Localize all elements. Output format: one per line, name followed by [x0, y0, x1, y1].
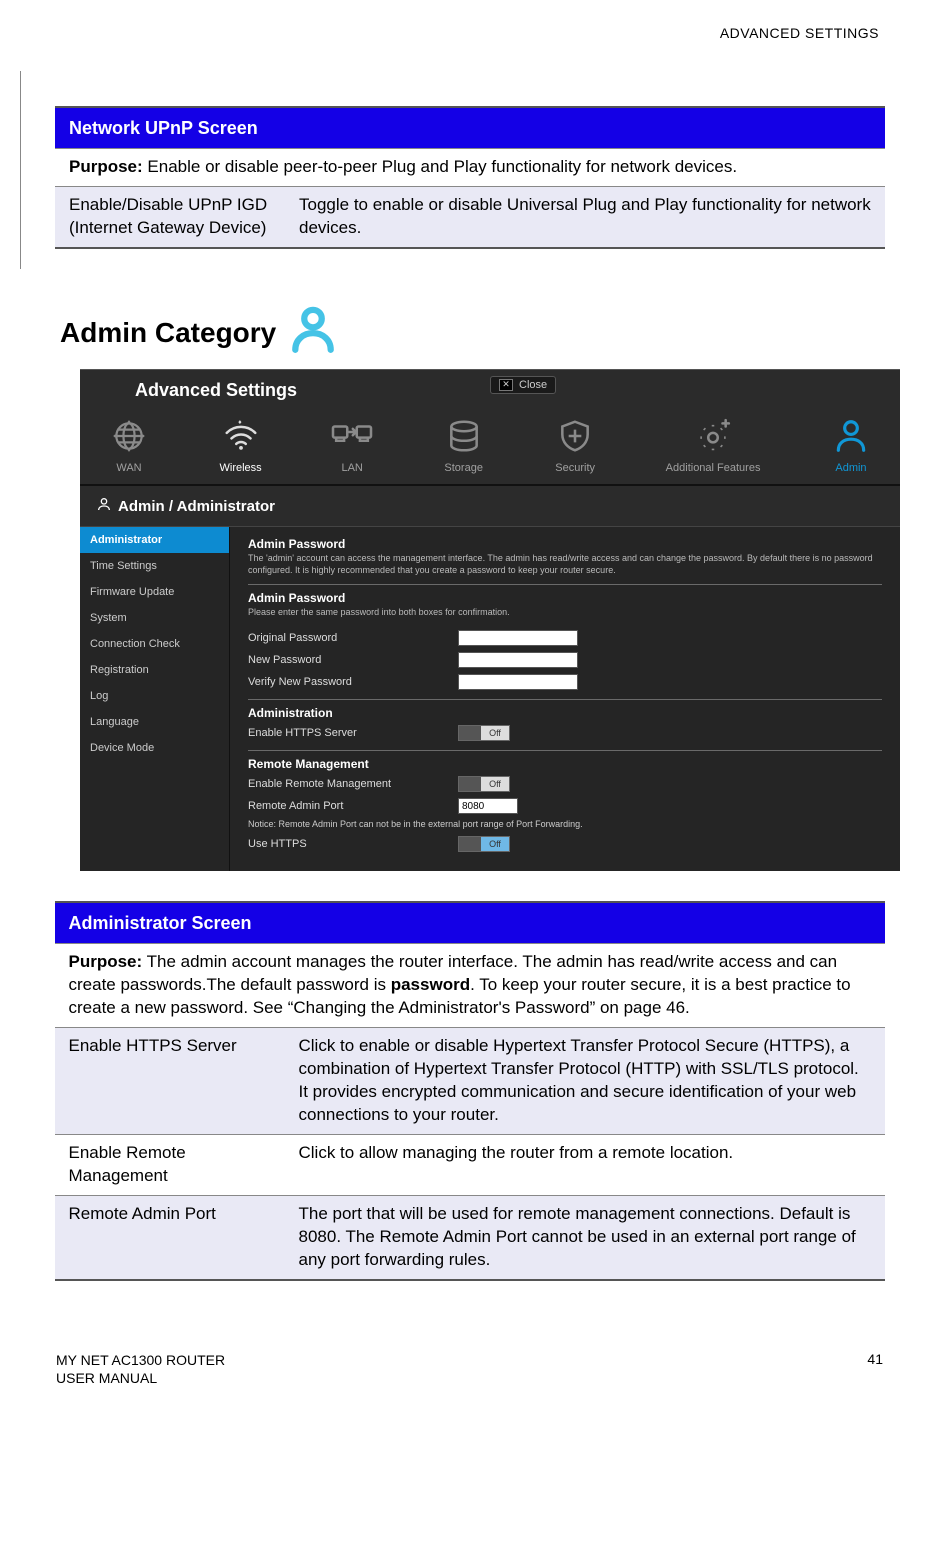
port-label: Remote Admin Port	[248, 800, 458, 812]
nav-wan[interactable]: WAN	[108, 417, 150, 474]
person-icon	[96, 496, 112, 516]
wifi-icon	[220, 417, 262, 458]
running-header: ADVANCED SETTINGS	[50, 25, 879, 41]
nav-storage[interactable]: Storage	[443, 417, 485, 474]
close-icon: ✕	[499, 379, 513, 391]
remote-toggle[interactable]: Off	[458, 776, 510, 792]
lan-icon	[331, 417, 373, 458]
nav-storage-label: Storage	[444, 462, 483, 474]
sidebar-item-administrator[interactable]: Administrator	[80, 527, 229, 553]
nav-admin[interactable]: Admin	[830, 417, 872, 474]
top-nav: WAN Wireless LAN Storage Security Additi…	[80, 417, 900, 486]
divider	[248, 750, 882, 751]
r3-desc: The port that will be used for remote ma…	[285, 1195, 885, 1279]
sidebar-item-language[interactable]: Language	[80, 709, 229, 735]
section4-title: Remote Management	[248, 757, 882, 771]
upnp-table: Network UPnP Screen Purpose: Enable or d…	[55, 106, 885, 249]
toggle-off-label: Off	[481, 726, 509, 740]
nav-wan-label: WAN	[116, 462, 141, 474]
nav-security-label: Security	[555, 462, 595, 474]
new-pw-input[interactable]	[458, 652, 578, 668]
admin-category-heading: Admin Category	[60, 317, 276, 349]
remote-label: Enable Remote Management	[248, 778, 458, 790]
https-label: Enable HTTPS Server	[248, 727, 458, 739]
sidebar-item-firmware[interactable]: Firmware Update	[80, 579, 229, 605]
gear-plus-icon	[692, 417, 734, 458]
admin-nav-icon	[830, 417, 872, 458]
section2-title: Admin Password	[248, 591, 882, 605]
r2-label: Enable Remote Management	[55, 1135, 285, 1196]
r1-desc: Click to enable or disable Hypertext Tra…	[285, 1028, 885, 1135]
screenshot-title: Advanced Settings	[80, 370, 490, 417]
section1-title: Admin Password	[248, 537, 882, 551]
r1-label: Enable HTTPS Server	[55, 1028, 285, 1135]
section1-desc: The 'admin' account can access the manag…	[248, 553, 882, 576]
admin-purpose-cell: Purpose: The admin account manages the r…	[55, 944, 885, 1028]
purpose-bold: password	[391, 975, 470, 994]
admin-screenshot: Advanced Settings ✕ Close WAN Wireless L…	[80, 369, 900, 871]
r2-desc: Click to allow managing the router from …	[285, 1135, 885, 1196]
purpose-text: Enable or disable peer-to-peer Plug and …	[143, 157, 737, 176]
orig-pw-input[interactable]	[458, 630, 578, 646]
upnp-row-label: Enable/Disable UPnP IGD (Internet Gatewa…	[55, 187, 285, 248]
globe-icon	[108, 417, 150, 458]
nav-lan-label: LAN	[341, 462, 362, 474]
admin-table-title: Administrator Screen	[55, 902, 885, 944]
verify-pw-label: Verify New Password	[248, 676, 458, 688]
purpose-label: Purpose:	[69, 952, 143, 971]
side-menu: Administrator Time Settings Firmware Upd…	[80, 527, 230, 871]
use-https-label: Use HTTPS	[248, 838, 458, 850]
footer-line2: USER MANUAL	[56, 1369, 225, 1387]
nav-admin-label: Admin	[835, 462, 866, 474]
upnp-purpose-cell: Purpose: Enable or disable peer-to-peer …	[55, 149, 885, 187]
nav-additional[interactable]: Additional Features	[666, 417, 761, 474]
toggle-off-label: Off	[481, 777, 509, 791]
section3-title: Administration	[248, 706, 882, 720]
purpose-label: Purpose:	[69, 157, 143, 176]
sidebar-item-connection[interactable]: Connection Check	[80, 631, 229, 657]
content-panel: Admin Password The 'admin' account can a…	[230, 527, 900, 871]
https-toggle[interactable]: Off	[458, 725, 510, 741]
page-number: 41	[867, 1351, 883, 1387]
upnp-row-desc: Toggle to enable or disable Universal Pl…	[285, 187, 885, 248]
sidebar-item-time[interactable]: Time Settings	[80, 553, 229, 579]
r3-label: Remote Admin Port	[55, 1195, 285, 1279]
page-footer: MY NET AC1300 ROUTER USER MANUAL 41	[50, 1351, 889, 1387]
footer-line1: MY NET AC1300 ROUTER	[56, 1351, 225, 1369]
sidebar-item-device-mode[interactable]: Device Mode	[80, 735, 229, 761]
nav-wireless[interactable]: Wireless	[220, 417, 262, 474]
breadcrumb: Admin / Administrator	[80, 486, 900, 527]
use-https-toggle[interactable]: Off	[458, 836, 510, 852]
port-input[interactable]	[458, 798, 518, 814]
close-label: Close	[519, 379, 547, 391]
section2-desc: Please enter the same password into both…	[248, 607, 882, 619]
nav-wireless-label: Wireless	[220, 462, 262, 474]
nav-lan[interactable]: LAN	[331, 417, 373, 474]
close-button[interactable]: ✕ Close	[490, 376, 556, 394]
upnp-title: Network UPnP Screen	[55, 107, 885, 149]
sidebar-item-log[interactable]: Log	[80, 683, 229, 709]
divider	[248, 699, 882, 700]
orig-pw-label: Original Password	[248, 632, 458, 644]
verify-pw-input[interactable]	[458, 674, 578, 690]
admin-icon	[288, 304, 338, 361]
sidebar-item-registration[interactable]: Registration	[80, 657, 229, 683]
new-pw-label: New Password	[248, 654, 458, 666]
storage-icon	[443, 417, 485, 458]
breadcrumb-text: Admin / Administrator	[118, 498, 275, 515]
toggle-off-label: Off	[481, 837, 509, 851]
administrator-table: Administrator Screen Purpose: The admin …	[55, 901, 885, 1281]
divider	[248, 584, 882, 585]
nav-additional-label: Additional Features	[666, 462, 761, 474]
shield-icon	[554, 417, 596, 458]
sidebar-item-system[interactable]: System	[80, 605, 229, 631]
nav-security[interactable]: Security	[554, 417, 596, 474]
port-notice: Notice: Remote Admin Port can not be in …	[248, 817, 882, 833]
